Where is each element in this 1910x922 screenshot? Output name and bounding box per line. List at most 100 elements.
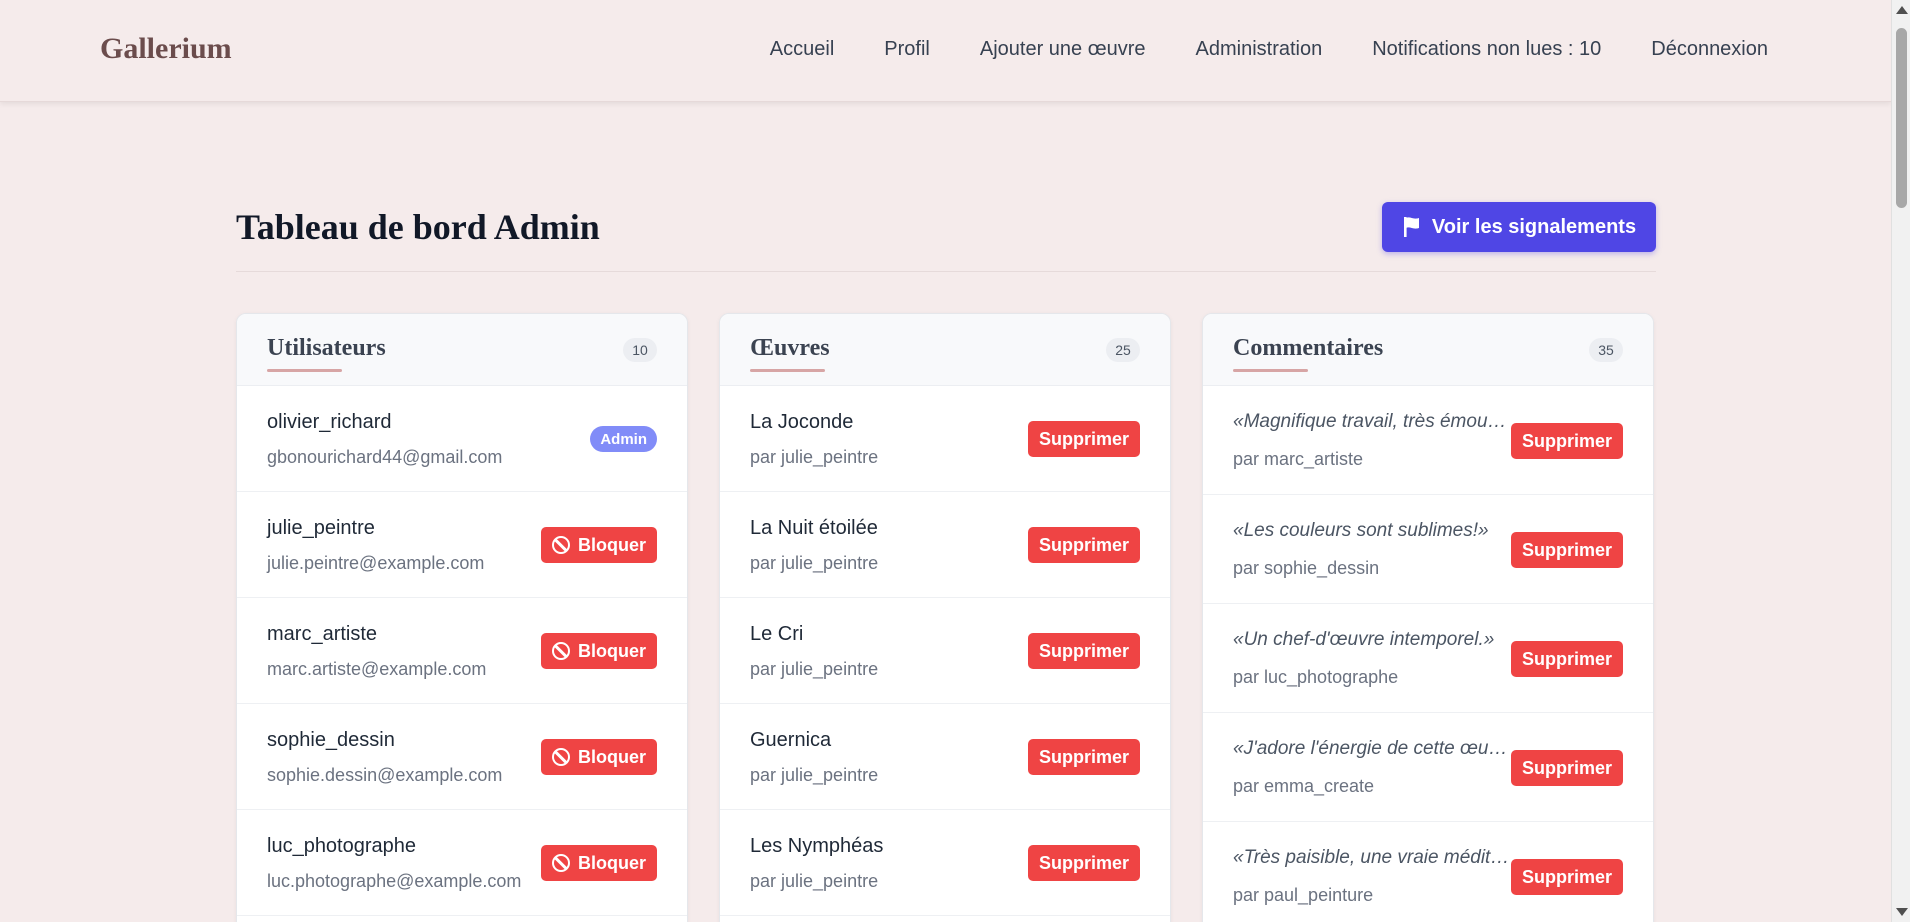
work-row: La Joconde par julie_peintre Supprimer — [720, 386, 1170, 492]
block-label: Bloquer — [577, 534, 646, 555]
comment-text: «Les couleurs sont sublimes!» — [1233, 520, 1489, 541]
comment-author: par marc_artiste — [1233, 449, 1364, 469]
delete-work-button[interactable]: Supprimer — [1027, 527, 1140, 563]
user-email: sophie.dessin@example.com — [267, 765, 503, 785]
comments-card: Commentaires 35 «Magnifique travail, trè… — [1202, 313, 1654, 922]
user-row: olivier_richard gbonourichard44@gmail.co… — [237, 386, 687, 492]
title-underline — [1233, 369, 1308, 372]
delete-work-button[interactable]: Supprimer — [1027, 845, 1140, 881]
user-email: luc.photographe@example.com — [267, 871, 522, 891]
ban-icon — [551, 642, 570, 660]
comments-card-title: Commentaires — [1233, 335, 1384, 361]
page-scrollbar[interactable] — [1891, 0, 1910, 922]
nav-links: Accueil Profil Ajouter une œuvre Adminis… — [770, 38, 1768, 61]
users-card-title: Utilisateurs — [267, 335, 386, 361]
view-reports-label: Voir les signalements — [1431, 215, 1637, 238]
user-email: julie.peintre@example.com — [267, 553, 485, 573]
delete-work-button[interactable]: Supprimer — [1027, 739, 1140, 775]
user-row: luc_photographe luc.photographe@example.… — [237, 810, 687, 916]
comment-author: par sophie_dessin — [1233, 558, 1380, 578]
comment-author: par luc_photographe — [1233, 667, 1399, 687]
flag-icon — [1403, 217, 1419, 237]
username: luc_photographe — [267, 835, 417, 857]
work-row: Les Nymphéas par julie_peintre Supprimer — [720, 810, 1170, 916]
scroll-down-icon[interactable] — [1896, 908, 1908, 916]
delete-comment-button[interactable]: Supprimer — [1510, 423, 1623, 459]
comment-text: «Un chef-d'œuvre intemporel.» — [1233, 629, 1495, 650]
comment-author: par paul_peinture — [1233, 885, 1374, 905]
works-card: Œuvres 25 La Joconde par julie_peintre S… — [719, 313, 1171, 922]
user-email: marc.artiste@example.com — [267, 659, 487, 679]
work-author: par julie_peintre — [750, 765, 879, 785]
block-user-button[interactable]: Bloquer — [540, 845, 657, 881]
comment-text: «Magnifique travail, très émouva... — [1233, 411, 1515, 432]
work-author: par julie_peintre — [750, 659, 879, 679]
nav-link-deconnexion[interactable]: Déconnexion — [1651, 38, 1768, 61]
brand-logo[interactable]: Gallerium — [100, 32, 232, 66]
work-title: Les Nymphéas — [750, 835, 884, 857]
scroll-up-icon[interactable] — [1896, 6, 1908, 14]
work-row: Le Cri par julie_peintre Supprimer — [720, 598, 1170, 704]
ban-icon — [551, 536, 570, 554]
block-label: Bloquer — [577, 746, 646, 767]
user-row: marc_artiste marc.artiste@example.com Bl… — [237, 598, 687, 704]
users-card-header: Utilisateurs 10 — [237, 314, 687, 386]
scroll-thumb[interactable] — [1896, 28, 1907, 208]
delete-comment-button[interactable]: Supprimer — [1510, 859, 1623, 895]
work-author: par julie_peintre — [750, 871, 879, 891]
ban-icon — [551, 854, 570, 872]
block-user-button[interactable]: Bloquer — [540, 527, 657, 563]
username: marc_artiste — [267, 623, 378, 645]
delete-work-button[interactable]: Supprimer — [1027, 633, 1140, 669]
navbar: Gallerium Accueil Profil Ajouter une œuv… — [0, 0, 1891, 102]
delete-comment-button[interactable]: Supprimer — [1510, 532, 1623, 568]
nav-link-administration[interactable]: Administration — [1196, 38, 1323, 61]
view-reports-button[interactable]: Voir les signalements — [1382, 202, 1656, 252]
comment-row: «Magnifique travail, très émouva... par … — [1203, 386, 1653, 495]
block-label: Bloquer — [577, 852, 646, 873]
username: olivier_richard — [267, 411, 392, 433]
nav-link-ajouter-oeuvre[interactable]: Ajouter une œuvre — [980, 38, 1146, 61]
comment-row: «Très paisible, une vraie méditati... pa… — [1203, 822, 1653, 922]
work-row: La Nuit étoilée par julie_peintre Suppri… — [720, 492, 1170, 598]
works-count-badge: 25 — [1106, 338, 1140, 362]
comment-row: «J'adore l'énergie de cette œuvre!» par … — [1203, 713, 1653, 822]
block-user-button[interactable]: Bloquer — [540, 739, 657, 775]
user-row: sophie_dessin sophie.dessin@example.com … — [237, 704, 687, 810]
page-title: Tableau de bord Admin — [236, 207, 600, 247]
works-card-title: Œuvres — [750, 335, 830, 361]
admin-badge: Admin — [590, 426, 657, 452]
comments-card-header: Commentaires 35 — [1203, 314, 1653, 386]
comment-text: «J'adore l'énergie de cette œuvre!» — [1233, 738, 1515, 759]
comment-row: «Les couleurs sont sublimes!» par sophie… — [1203, 495, 1653, 604]
delete-comment-button[interactable]: Supprimer — [1510, 750, 1623, 786]
delete-work-button[interactable]: Supprimer — [1027, 421, 1140, 457]
work-author: par julie_peintre — [750, 553, 879, 573]
users-card: Utilisateurs 10 olivier_richard gbonouri… — [236, 313, 688, 922]
username: sophie_dessin — [267, 729, 395, 751]
username: julie_peintre — [267, 517, 375, 539]
block-user-button[interactable]: Bloquer — [540, 633, 657, 669]
comment-text: «Très paisible, une vraie méditati... — [1233, 847, 1515, 868]
users-count-badge: 10 — [623, 338, 657, 362]
work-row: Guernica par julie_peintre Supprimer — [720, 704, 1170, 810]
work-title: La Nuit étoilée — [750, 517, 878, 539]
works-card-header: Œuvres 25 — [720, 314, 1170, 386]
nav-link-profil[interactable]: Profil — [884, 38, 930, 61]
ban-icon — [551, 748, 570, 766]
work-title: Guernica — [750, 729, 832, 751]
comments-count-badge: 35 — [1589, 338, 1623, 362]
work-title: La Joconde — [750, 411, 854, 433]
page-header: Tableau de bord Admin Voir les signaleme… — [236, 200, 1656, 272]
nav-link-accueil[interactable]: Accueil — [770, 38, 834, 61]
comment-author: par emma_create — [1233, 776, 1375, 796]
work-title: Le Cri — [750, 623, 804, 645]
nav-link-notifications[interactable]: Notifications non lues : 10 — [1372, 38, 1601, 61]
block-label: Bloquer — [577, 640, 646, 661]
delete-comment-button[interactable]: Supprimer — [1510, 641, 1623, 677]
user-email: gbonourichard44@gmail.com — [267, 447, 503, 467]
title-underline — [267, 369, 342, 372]
work-author: par julie_peintre — [750, 447, 879, 467]
user-row: julie_peintre julie.peintre@example.com … — [237, 492, 687, 598]
title-underline — [750, 369, 825, 372]
